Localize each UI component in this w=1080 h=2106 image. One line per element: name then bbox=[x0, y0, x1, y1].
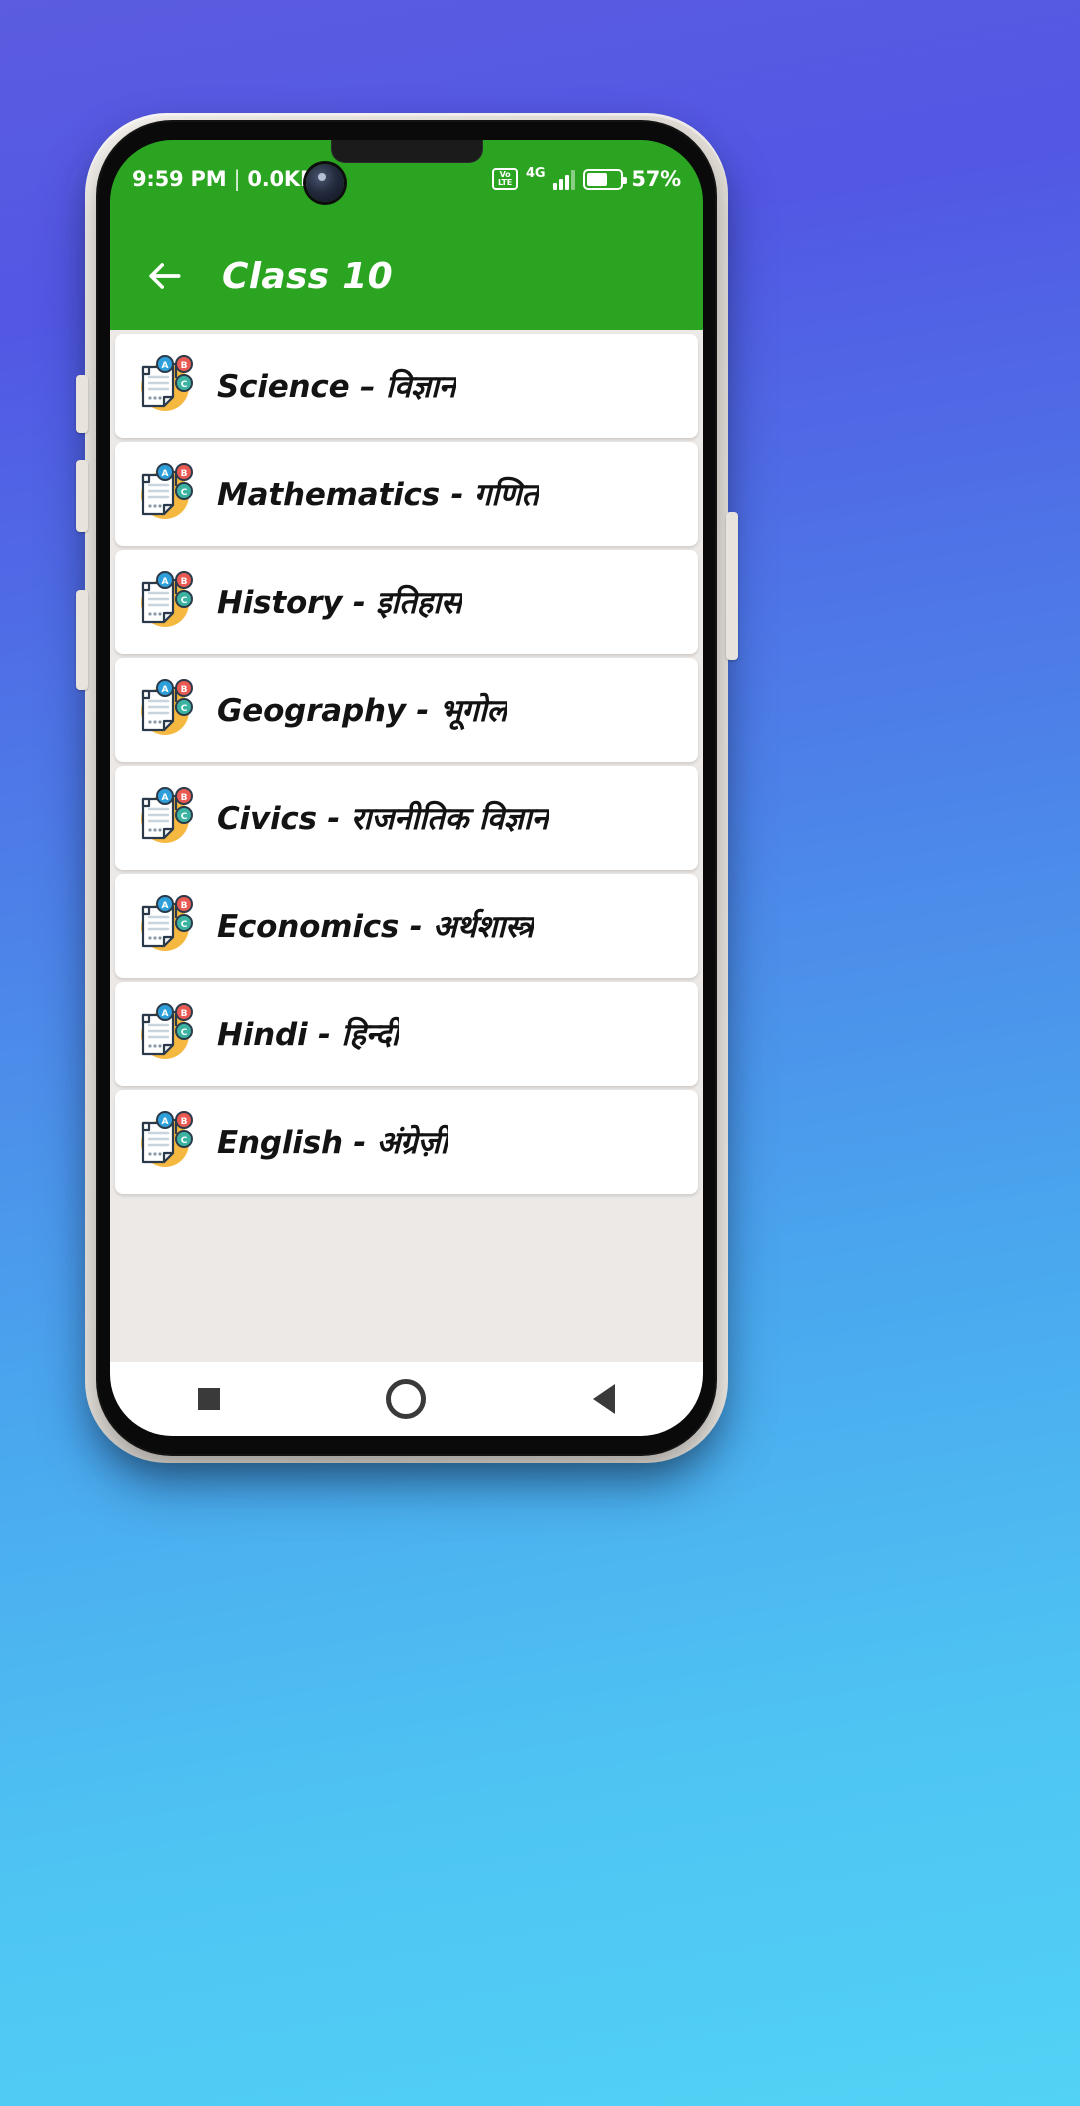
front-camera bbox=[306, 164, 344, 202]
list-item[interactable]: A B C English - अंग्रेज़ी bbox=[115, 1090, 698, 1194]
list-item[interactable]: A B C Civics - राजनीतिक विज्ञान bbox=[115, 766, 698, 870]
subject-label: English - अंग्रेज़ी bbox=[217, 1125, 449, 1161]
svg-text:B: B bbox=[181, 1009, 188, 1019]
quiz-paper-icon: A BC bbox=[129, 893, 195, 959]
svg-text:A: A bbox=[162, 901, 169, 911]
svg-text:A: A bbox=[162, 685, 169, 695]
svg-text:C: C bbox=[181, 704, 188, 714]
svg-text:B: B bbox=[181, 793, 188, 803]
signal-strength-icon bbox=[553, 169, 576, 190]
circle-icon bbox=[386, 1379, 427, 1419]
status-time: 9:59 PM bbox=[132, 167, 227, 191]
list-item[interactable]: A B C Geography - भूगोल bbox=[115, 658, 698, 762]
quiz-paper-icon: A BC bbox=[129, 569, 195, 635]
battery-icon bbox=[583, 168, 628, 190]
network-type-label: 4G bbox=[526, 165, 546, 181]
power-button[interactable] bbox=[726, 512, 738, 660]
list-item[interactable]: A B C Hindi - हिन्दी bbox=[115, 982, 698, 1086]
subject-label: Geography - भूगोल bbox=[217, 693, 508, 729]
page-title: Class 10 bbox=[222, 255, 393, 297]
svg-text:C: C bbox=[181, 380, 188, 390]
volte-bottom-text: LTE bbox=[497, 178, 513, 187]
subject-label: History - इतिहास bbox=[217, 585, 462, 621]
subject-label: Mathematics - गणित bbox=[217, 477, 539, 513]
svg-text:C: C bbox=[181, 920, 188, 930]
svg-text:B: B bbox=[181, 685, 188, 695]
quiz-paper-icon: A BC bbox=[129, 785, 195, 851]
svg-text:A: A bbox=[162, 1009, 169, 1019]
svg-text:A: A bbox=[162, 577, 169, 587]
android-navigation-bar bbox=[110, 1362, 703, 1436]
phone-screen: Class 10 9:59 PM | 0.0KB/s Vo LTE 4G 57%… bbox=[110, 140, 703, 1436]
back-button[interactable] bbox=[136, 248, 192, 304]
volume-down-button[interactable] bbox=[76, 460, 88, 532]
square-icon bbox=[197, 1388, 220, 1410]
svg-text:C: C bbox=[181, 1136, 188, 1146]
home-button[interactable] bbox=[369, 1362, 443, 1436]
app-bar-row: Class 10 bbox=[110, 222, 703, 330]
quiz-paper-icon: A BC bbox=[129, 353, 195, 419]
list-item[interactable]: A B C Science – विज्ञान bbox=[115, 334, 698, 438]
svg-text:B: B bbox=[181, 577, 188, 587]
svg-text:B: B bbox=[181, 1117, 188, 1127]
svg-text:C: C bbox=[181, 488, 188, 498]
earpiece-notch bbox=[330, 140, 483, 163]
mute-switch-button[interactable] bbox=[76, 590, 88, 690]
triangle-left-icon bbox=[593, 1384, 616, 1414]
svg-text:A: A bbox=[162, 361, 169, 371]
subject-label: Science – विज्ञान bbox=[217, 369, 456, 405]
battery-percent-label: 57% bbox=[631, 167, 681, 191]
list-item[interactable]: A B C History - इतिहास bbox=[115, 550, 698, 654]
volte-icon: Vo LTE bbox=[492, 168, 518, 190]
svg-text:A: A bbox=[162, 469, 169, 479]
quiz-paper-icon: A BC bbox=[129, 1001, 195, 1067]
svg-text:B: B bbox=[181, 361, 188, 371]
subject-label: Civics - राजनीतिक विज्ञान bbox=[217, 801, 549, 837]
status-separator: | bbox=[233, 167, 241, 191]
svg-text:C: C bbox=[181, 1028, 188, 1038]
subject-label: Hindi - हिन्दी bbox=[217, 1017, 400, 1053]
quiz-paper-icon: A BC bbox=[129, 1109, 195, 1175]
subject-list: A B C Science – विज्ञान A B C Mathematics - गणि… bbox=[110, 334, 703, 1194]
status-bar: 9:59 PM | 0.0KB/s Vo LTE 4G 57% bbox=[110, 158, 703, 200]
back-nav-button[interactable] bbox=[567, 1362, 641, 1436]
svg-text:B: B bbox=[181, 469, 188, 479]
quiz-paper-icon: A BC bbox=[129, 677, 195, 743]
svg-text:C: C bbox=[181, 812, 188, 822]
volume-up-button[interactable] bbox=[76, 375, 88, 433]
list-item[interactable]: A B C Economics - अर्थशास्त्र bbox=[115, 874, 698, 978]
status-bar-left: 9:59 PM | 0.0KB/s bbox=[132, 167, 336, 191]
svg-text:B: B bbox=[181, 901, 188, 911]
content-area: A B C Science – विज्ञान A B C Mathematics - गणि… bbox=[110, 330, 703, 1362]
quiz-paper-icon: A BC bbox=[129, 461, 195, 527]
status-bar-right: Vo LTE 4G 57% bbox=[492, 165, 681, 191]
recent-apps-button[interactable] bbox=[172, 1362, 246, 1436]
subject-label: Economics - अर्थशास्त्र bbox=[217, 909, 534, 945]
svg-text:A: A bbox=[162, 1117, 169, 1127]
svg-text:C: C bbox=[181, 596, 188, 606]
svg-text:A: A bbox=[162, 793, 169, 803]
arrow-left-icon bbox=[149, 263, 181, 289]
list-item[interactable]: A B C Mathematics - गणित bbox=[115, 442, 698, 546]
